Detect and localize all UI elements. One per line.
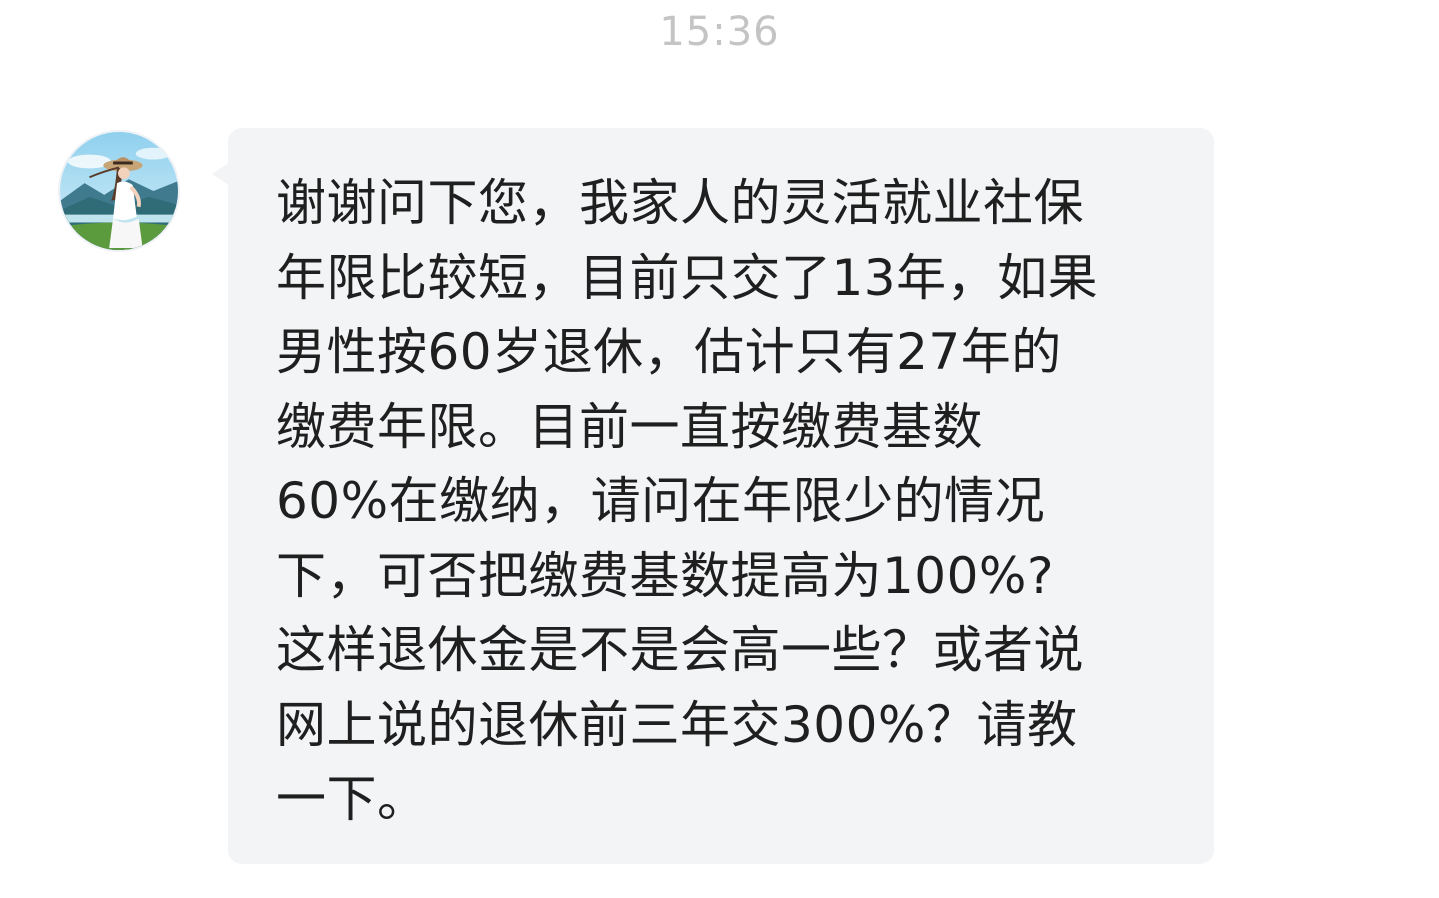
sender-avatar[interactable] (58, 130, 180, 252)
message-text-line: 这样退休金是不是会高一些？或者说 (276, 621, 1084, 679)
message-text-line: 下，可否把缴费基数提高为100%? (276, 546, 1054, 605)
message-text-line: 男性按60岁退休，估计只有27年的 (276, 323, 1062, 381)
avatar-woman-sunhat-icon (60, 132, 178, 250)
message-text-line: 谢谢问下您，我家人的灵活就业社保 (276, 174, 1084, 232)
message-text-line: 60%在缴纳，请问在年限少的情况 (276, 472, 1046, 530)
message-text-line: 年限比较短，目前只交了13年，如果 (276, 248, 1099, 307)
message-bubble[interactable]: 谢谢问下您，我家人的灵活就业社保 年限比较短，目前只交了13年，如果 男性按60… (228, 128, 1214, 864)
chat-screen: 15:36 谢谢问下您，我家人的灵活就业社保 年限比较短，目前只交了13年，如果… (0, 0, 1439, 898)
message-text-line: 一下。 (276, 770, 428, 828)
message-timestamp: 15:36 (659, 9, 780, 55)
message-text-line: 缴费年限。目前一直按缴费基数 (276, 397, 983, 456)
message-text-line: 网上说的退休前三年交300%？请教 (276, 695, 1078, 754)
